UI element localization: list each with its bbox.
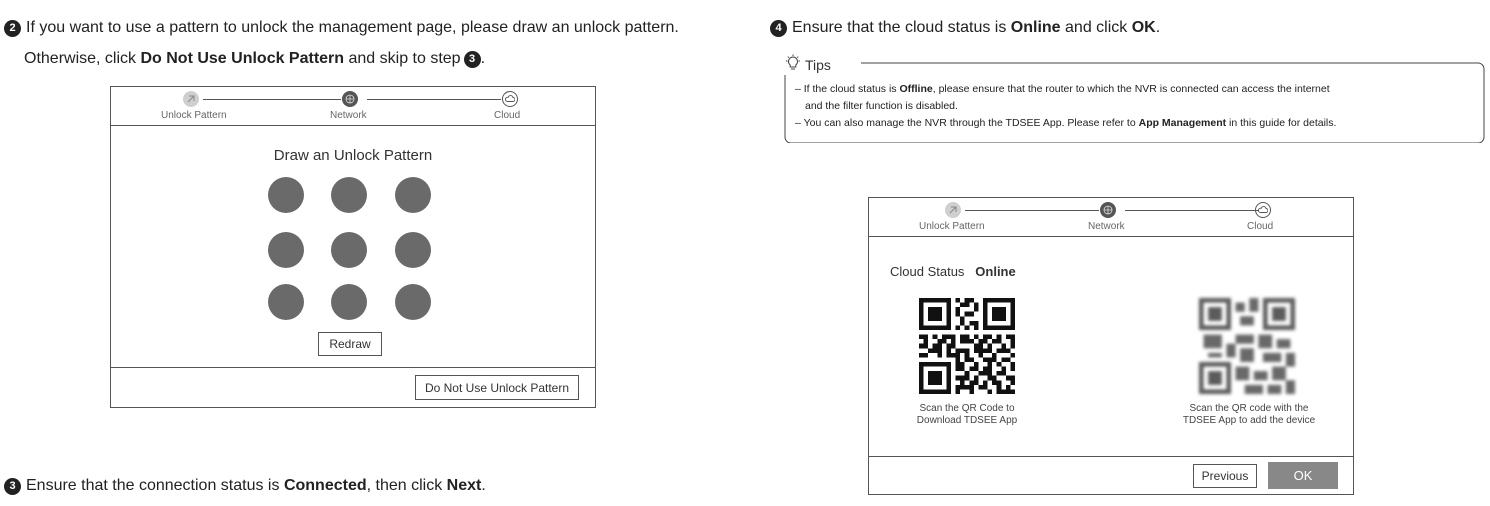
pattern-dot-7[interactable] [268,284,304,320]
pattern-title: Draw an Unlock Pattern [273,147,433,164]
stepper-label-cloud: Cloud [494,110,521,121]
step2-line2: Otherwise, click Do Not Use Unlock Patte… [24,50,486,68]
step2-line1: 2 If you want to use a pattern to unlock … [4,16,679,40]
cloud-step-icon [1255,202,1271,218]
step-number-badge: 3 [4,478,21,495]
pattern-dot-1[interactable] [268,177,304,213]
network-step-icon [1100,202,1116,218]
cloud-status-label: Cloud Status [890,264,965,279]
stepper-label-unlock: Unlock Pattern [919,221,985,232]
step-number-badge: 2 [4,20,21,37]
pattern-dot-9[interactable] [395,284,431,320]
download-app-qr-code [919,298,1015,394]
step-ref-badge: 3 [463,51,481,68]
stepper-label-network: Network [1088,221,1125,232]
cloud-status-panel: Unlock Pattern Network Cloud Cloud Statu… [868,197,1354,495]
unlock-pattern-step-icon [945,202,961,218]
step-number-badge: 4 [770,20,787,37]
tip-line-3: – You can also manage the NVR through th… [795,117,1337,129]
pattern-dot-5[interactable] [331,232,367,268]
cloud-status-value: Online [975,264,1016,279]
panel-divider [111,367,595,368]
cloud-status-row: Cloud Status Online [890,264,1016,279]
redraw-button[interactable]: Redraw [318,332,382,356]
ok-button[interactable]: OK [1268,462,1338,489]
tips-box: Tips – If the cloud status is Offline, p… [783,53,1486,143]
unlock-pattern-step-icon [183,91,199,107]
tip-line-1: – If the cloud status is Offline, please… [795,83,1330,95]
pattern-dot-8[interactable] [331,284,367,320]
wizard-stepper: Unlock Pattern Network Cloud [111,87,595,126]
wizard-stepper: Unlock Pattern Network Cloud [869,198,1353,237]
unlock-pattern-panel: Unlock Pattern Network Cloud Draw an Unl… [110,86,596,408]
network-step-icon [342,91,358,107]
step3-text: 3 Ensure that the connection status is Co… [4,474,486,498]
panel-divider [869,456,1353,457]
stepper-label-unlock: Unlock Pattern [161,110,227,121]
tip-line-2: and the filter function is disabled. [805,100,958,112]
pattern-dot-3[interactable] [395,177,431,213]
pattern-dot-6[interactable] [395,232,431,268]
download-qr-caption: Scan the QR Code to Download TDSEE App [916,403,1018,426]
stepper-label-cloud: Cloud [1247,221,1274,232]
add-device-qr-code [1199,298,1295,394]
pattern-dot-4[interactable] [268,232,304,268]
stepper-label-network: Network [330,110,367,121]
pattern-dot-2[interactable] [331,177,367,213]
cloud-step-icon [502,91,518,107]
step4-text: 4 Ensure that the cloud status is Online … [770,16,1160,40]
add-device-qr-caption: Scan the QR code with the TDSEE App to a… [1182,403,1316,426]
previous-button[interactable]: Previous [1193,464,1257,488]
tips-title: Tips [805,56,831,73]
skip-unlock-pattern-button[interactable]: Do Not Use Unlock Pattern [415,375,579,400]
tips-header: Tips [785,54,831,75]
lightbulb-icon [785,54,801,75]
